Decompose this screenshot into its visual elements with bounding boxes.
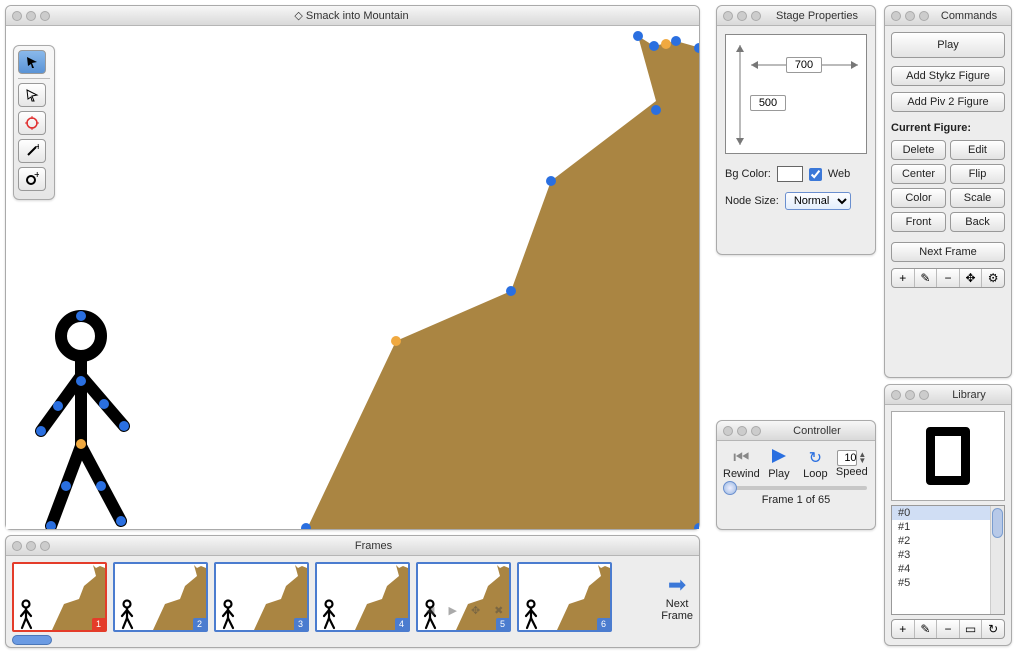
tool-pointer[interactable] bbox=[18, 83, 46, 107]
toolbox-panel: + + bbox=[13, 45, 55, 200]
scrollbar[interactable] bbox=[990, 506, 1004, 614]
scale-button[interactable]: Scale bbox=[950, 188, 1005, 208]
loop-button[interactable]: ↻ bbox=[798, 448, 832, 468]
stage-dimensions-diagram: 700 500 bbox=[725, 34, 867, 154]
library-iconbar: + ✎ − ▭ ↻ bbox=[891, 619, 1005, 639]
edit-button[interactable]: Edit bbox=[950, 140, 1005, 160]
zoom-icon[interactable] bbox=[40, 11, 50, 21]
frame-status: Frame 1 of 65 bbox=[723, 494, 869, 506]
tool-select[interactable] bbox=[18, 50, 46, 74]
panel-title: Library bbox=[933, 389, 1005, 401]
commands-panel: Commands Play Add Stykz Figure Add Piv 2… bbox=[884, 5, 1012, 378]
center-button[interactable]: Center bbox=[891, 164, 946, 184]
main-titlebar[interactable]: ◇ Smack into Mountain bbox=[6, 6, 699, 26]
play-button[interactable]: Play bbox=[891, 32, 1005, 58]
stage-canvas[interactable] bbox=[6, 26, 699, 529]
add-piv2-button[interactable]: Add Piv 2 Figure bbox=[891, 92, 1005, 112]
panel-title: Controller bbox=[765, 425, 869, 437]
close-icon[interactable] bbox=[12, 541, 22, 551]
color-button[interactable]: Color bbox=[891, 188, 946, 208]
speed-input[interactable]: 10 bbox=[837, 450, 857, 466]
frames-panel: Frames 1 2 3 bbox=[5, 535, 700, 648]
close-icon[interactable] bbox=[723, 11, 733, 21]
remove-icon[interactable]: − bbox=[937, 620, 960, 638]
tool-wand[interactable]: + bbox=[18, 139, 46, 163]
close-icon[interactable] bbox=[12, 11, 22, 21]
frame-thumb[interactable]: 4 bbox=[315, 562, 410, 632]
svg-text:+: + bbox=[35, 144, 39, 153]
library-list[interactable]: #0#1#2#3#4#5 bbox=[891, 505, 1005, 615]
library-item[interactable]: #3 bbox=[892, 548, 1004, 562]
frame-thumb[interactable]: 5 bbox=[416, 562, 511, 632]
stage-height-input[interactable]: 500 bbox=[750, 95, 786, 111]
rewind-button[interactable]: ⏮ bbox=[723, 447, 760, 468]
panel-title: Frames bbox=[54, 540, 693, 552]
refresh-icon[interactable]: ↻ bbox=[982, 620, 1004, 638]
next-frame-button[interactable]: Next Frame bbox=[891, 242, 1005, 262]
node-size-label: Node Size: bbox=[725, 195, 779, 207]
overlay-move-icon[interactable]: ✥ bbox=[471, 604, 480, 617]
node-size-select[interactable]: Normal bbox=[785, 192, 851, 210]
folder-icon[interactable]: ▭ bbox=[960, 620, 983, 638]
tool-target[interactable] bbox=[18, 111, 46, 135]
stage-width-input[interactable]: 700 bbox=[786, 57, 822, 73]
tool-circle-add[interactable]: + bbox=[18, 167, 46, 191]
library-item[interactable]: #0 bbox=[892, 506, 1004, 520]
bg-color-swatch[interactable] bbox=[777, 166, 803, 182]
back-button[interactable]: Back bbox=[950, 212, 1005, 232]
frame-thumb[interactable]: 6 bbox=[517, 562, 612, 632]
overlay-prev-icon[interactable]: ◀ bbox=[426, 604, 434, 617]
flip-button[interactable]: Flip bbox=[950, 164, 1005, 184]
library-preview bbox=[891, 411, 1005, 501]
front-button[interactable]: Front bbox=[891, 212, 946, 232]
move-icon[interactable]: ✥ bbox=[960, 269, 983, 287]
commands-iconbar: + ✎ − ✥ ⚙ bbox=[891, 268, 1005, 288]
frame-thumb[interactable]: 1 bbox=[12, 562, 107, 632]
bg-color-label: Bg Color: bbox=[725, 168, 771, 180]
web-checkbox[interactable] bbox=[809, 168, 822, 181]
remove-icon[interactable]: − bbox=[937, 269, 960, 287]
library-item[interactable]: #1 bbox=[892, 520, 1004, 534]
frame-overlay-controls[interactable]: ◀ ▶ ✥ ✖ bbox=[426, 604, 503, 617]
main-window: ◇ Smack into Mountain bbox=[5, 5, 700, 530]
controller-panel: Controller ⏮ Rewind Play ↻ Loop 10 ▲▼ bbox=[716, 420, 876, 530]
edit-icon[interactable]: ✎ bbox=[915, 269, 938, 287]
frame-slider[interactable] bbox=[725, 486, 867, 490]
stage-properties-panel: Stage Properties 700 500 Bg Color: Web N… bbox=[716, 5, 876, 255]
overlay-delete-icon[interactable]: ✖ bbox=[494, 604, 503, 617]
gear-icon[interactable]: ⚙ bbox=[982, 269, 1004, 287]
panel-title: Commands bbox=[933, 10, 1005, 22]
close-icon[interactable] bbox=[891, 11, 901, 21]
overlay-play-icon[interactable]: ▶ bbox=[448, 604, 456, 617]
next-frame-big-button[interactable]: ➡ Next Frame bbox=[661, 572, 693, 622]
delete-button[interactable]: Delete bbox=[891, 140, 946, 160]
main-title: ◇ Smack into Mountain bbox=[54, 9, 649, 22]
frame-thumb[interactable]: 2 bbox=[113, 562, 208, 632]
edit-icon[interactable]: ✎ bbox=[915, 620, 938, 638]
stick-figure[interactable] bbox=[41, 316, 124, 526]
library-item[interactable]: #4 bbox=[892, 562, 1004, 576]
mountain-shape[interactable] bbox=[306, 36, 699, 529]
frames-scrollbar[interactable] bbox=[12, 635, 52, 645]
panel-title: Stage Properties bbox=[765, 10, 869, 22]
library-item[interactable]: #5 bbox=[892, 576, 1004, 590]
svg-text:+: + bbox=[34, 172, 39, 181]
library-panel: Library #0#1#2#3#4#5 + ✎ − ▭ ↻ bbox=[884, 384, 1012, 646]
close-icon[interactable] bbox=[723, 426, 733, 436]
add-icon[interactable]: + bbox=[892, 269, 915, 287]
add-stykz-button[interactable]: Add Stykz Figure bbox=[891, 66, 1005, 86]
close-icon[interactable] bbox=[891, 390, 901, 400]
speed-stepper[interactable]: ▲▼ bbox=[858, 452, 866, 464]
library-item[interactable]: #2 bbox=[892, 534, 1004, 548]
web-label: Web bbox=[828, 168, 850, 180]
current-figure-label: Current Figure: bbox=[891, 122, 1005, 134]
play-button[interactable] bbox=[762, 447, 796, 468]
add-icon[interactable]: + bbox=[892, 620, 915, 638]
minimize-icon[interactable] bbox=[26, 11, 36, 21]
frame-thumb[interactable]: 3 bbox=[214, 562, 309, 632]
